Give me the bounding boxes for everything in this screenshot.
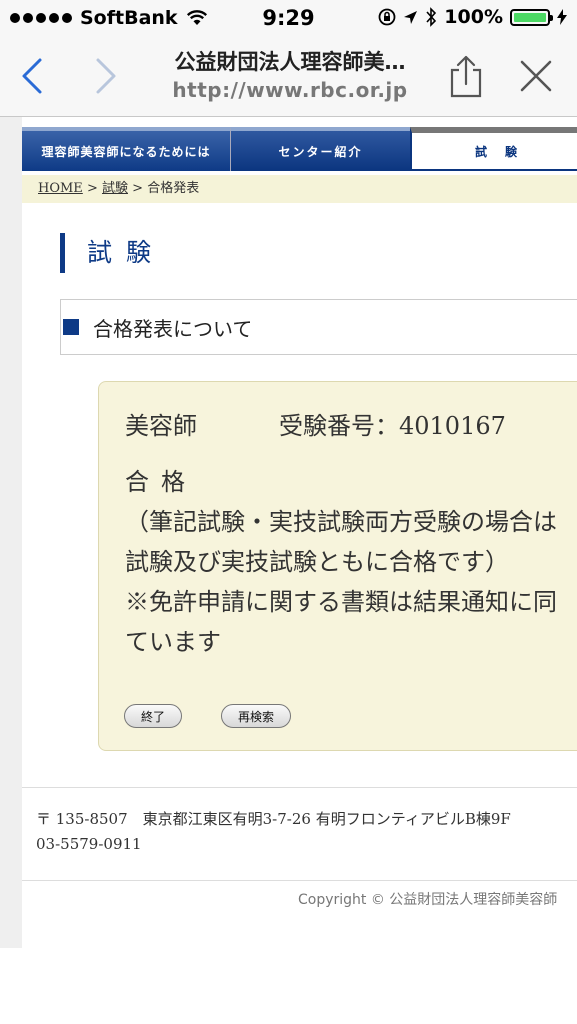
divider [22,787,577,788]
battery-percent: 100% [444,6,503,28]
result-note: 試験及び実技試験ともに合格です） [125,548,509,576]
breadcrumb-separator: > [132,181,144,196]
global-nav: 理容師美容師になるためには センター紹介 試験 [22,127,577,171]
bluetooth-icon [426,7,437,27]
phone-text: 03-5579-0911 [36,835,142,853]
share-icon[interactable] [444,54,488,98]
copyright: Copyright © 公益財団法人理容師美容師 [298,892,558,908]
breadcrumb: HOME > 試験 > 合格発表 [22,175,577,203]
web-page: 理容師美容師になるためには センター紹介 試験 HOME > 試験 > 合格発表… [0,117,577,948]
divider [22,880,577,881]
tab-center-intro[interactable]: センター紹介 [230,127,410,171]
breadcrumb-current: 合格発表 [147,181,200,196]
breadcrumb-exam-link[interactable]: 試験 [102,181,128,196]
result-note: ています [125,628,221,656]
forward-icon[interactable] [82,54,126,98]
status-bar: SoftBank 9:29 100% [0,0,577,36]
exam-number: 受験番号：4010167 [279,412,506,440]
close-icon[interactable] [514,54,558,98]
rotation-lock-icon [378,8,396,26]
section-title: 合格発表について [93,316,253,341]
back-icon[interactable] [12,54,56,98]
license-type: 美容師 [125,412,197,440]
battery-icon [510,8,553,26]
search-again-button[interactable]: 再検索 [221,704,291,728]
page-title: 公益財団法人理容師美… [174,50,406,74]
footer-address: 〒 135-8507 東京都江東区有明3-7-26 有明フロンティアビルB棟9F… [36,807,511,857]
tab-become-barber[interactable]: 理容師美容師になるためには [22,127,230,171]
result-note: ※免許申請に関する書類は結果通知に同 [125,588,557,616]
result-note: （筆記試験・実技試験両方受験の場合は [125,508,557,536]
tab-exam[interactable]: 試験 [410,127,577,171]
breadcrumb-separator: > [86,181,98,196]
browser-toolbar: 公益財団法人理容師美… http://www.rbc.or.jp [0,36,577,117]
url-field[interactable]: http://www.rbc.or.jp [140,78,440,102]
location-icon [404,10,418,24]
section-header: 合格発表について [60,299,577,355]
page-gutter [0,117,22,948]
breadcrumb-home-link[interactable]: HOME [38,181,83,196]
square-bullet-icon [63,319,79,335]
result-panel: 美容師 受験番号：4010167 合格 （筆記試験・実技試験両方受験の場合は 試… [98,381,577,751]
status-right: 100% [378,6,567,28]
page-heading: 試験 [60,233,165,273]
charging-icon [557,9,567,25]
end-button[interactable]: 終了 [124,704,182,728]
pass-status: 合格 [125,468,197,496]
blank-area [0,948,577,1024]
address-text: 〒 135-8507 東京都江東区有明3-7-26 有明フロンティアビルB棟9F [36,810,511,828]
